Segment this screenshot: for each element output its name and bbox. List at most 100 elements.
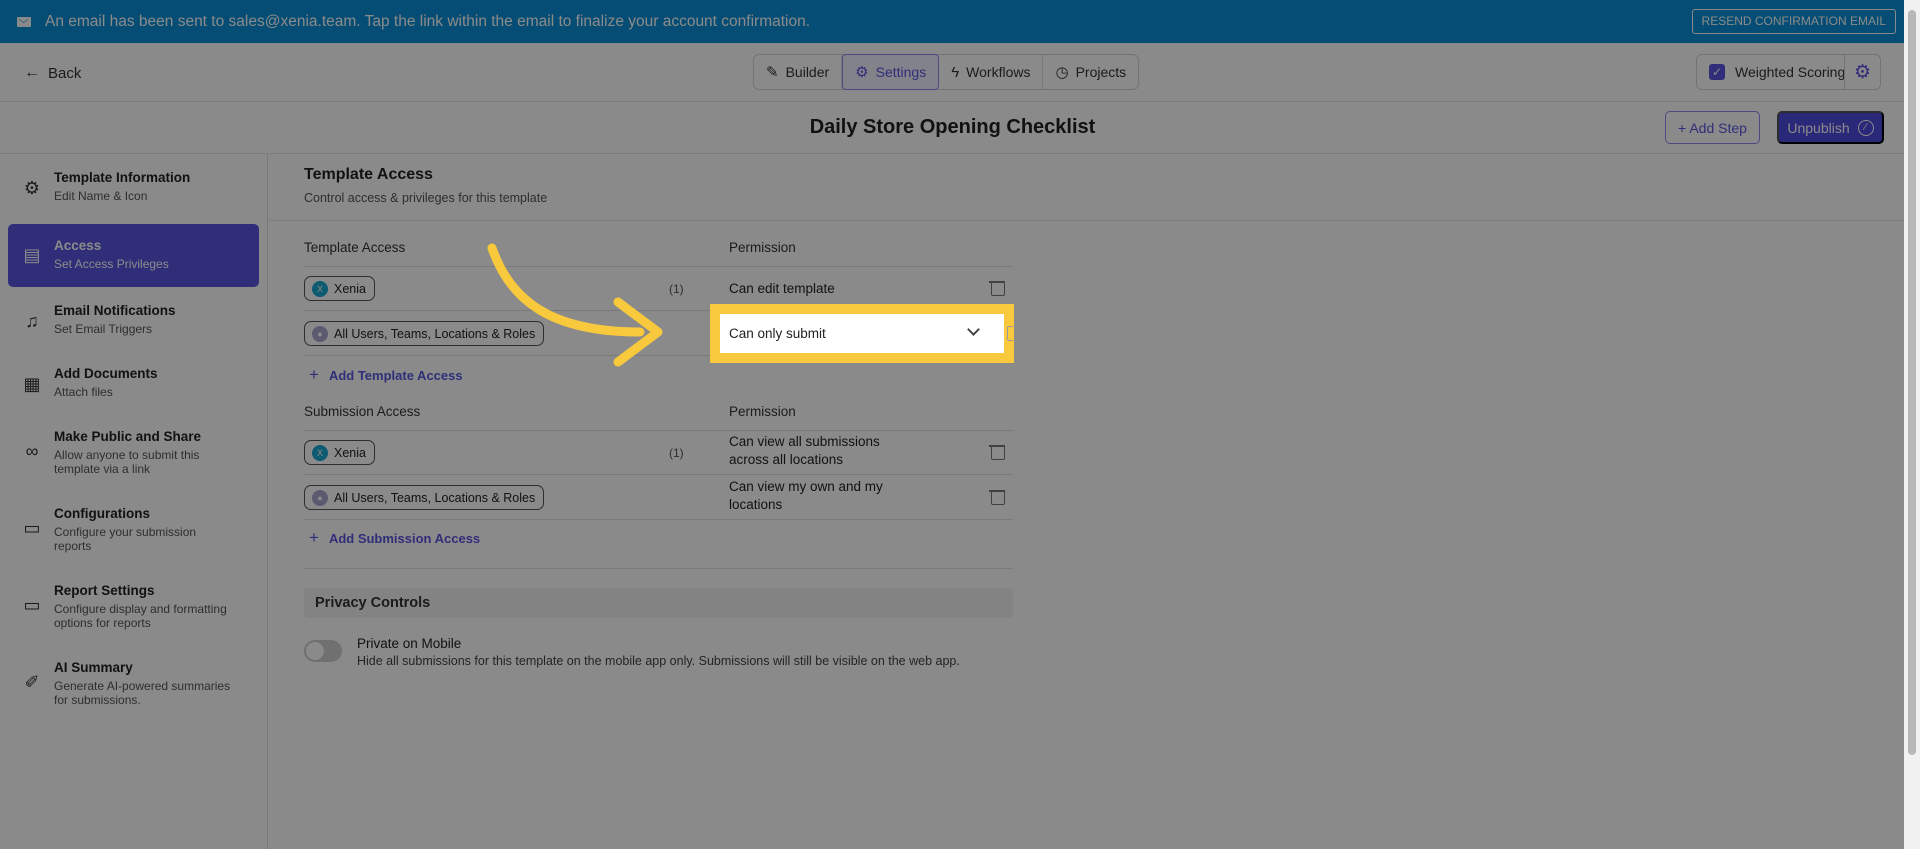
pencil-icon: ✎ bbox=[766, 64, 779, 81]
avatar: X bbox=[312, 444, 328, 461]
sidebar-item-subtitle: Edit Name & Icon bbox=[54, 189, 148, 203]
banner-message: An email has been sent to sales@xenia.te… bbox=[45, 12, 811, 30]
permission-column-header: Permission bbox=[729, 404, 796, 419]
plus-icon: + bbox=[309, 528, 319, 547]
avatar: X bbox=[312, 280, 328, 297]
settings-sidebar: ⚙ Template Information Edit Name & Icon … bbox=[0, 154, 268, 849]
assignee-chip[interactable]: ● All Users, Teams, Locations & Roles bbox=[304, 485, 545, 510]
sidebar-item-make-public[interactable]: ∞ Make Public and Share Allow anyone to … bbox=[8, 427, 259, 477]
privacy-controls-header: Privacy Controls bbox=[304, 588, 1013, 618]
private-on-mobile-toggle[interactable] bbox=[304, 640, 342, 662]
weighted-scoring-checkbox[interactable]: ✓ bbox=[1709, 64, 1725, 80]
chip-label: Xenia bbox=[334, 445, 366, 460]
report-icon: ▭ bbox=[23, 595, 41, 615]
presentation-icon: ▭ bbox=[23, 518, 41, 538]
top-bar: ← Back ✎ Builder ⚙ Settings ϟ Workflows … bbox=[0, 43, 1920, 102]
scrollbar-thumb[interactable] bbox=[1908, 10, 1916, 755]
sidebar-item-subtitle: Generate AI-powered summaries for submis… bbox=[54, 679, 231, 707]
permission-line: Can view all submissions bbox=[729, 434, 880, 449]
document-lock-icon: ▤ bbox=[23, 245, 41, 265]
assignee-chip[interactable]: X Xenia bbox=[304, 276, 375, 301]
sidebar-item-subtitle: Set Access Privileges bbox=[54, 257, 169, 271]
link-icon: ∞ bbox=[25, 441, 39, 461]
sidebar-item-template-information[interactable]: ⚙ Template Information Edit Name & Icon bbox=[8, 168, 259, 208]
sidebar-item-subtitle: Allow anyone to submit this template via… bbox=[54, 448, 200, 476]
tab-label: Builder bbox=[785, 64, 830, 80]
mail-icon bbox=[17, 16, 31, 27]
permission-select-value: Can only submit bbox=[729, 326, 826, 341]
sidebar-item-email-notifications[interactable]: ♫ Email Notifications Set Email Triggers bbox=[8, 301, 259, 341]
add-step-button[interactable]: + Add Step bbox=[1665, 111, 1760, 144]
unpublish-icon: ⁄ bbox=[1857, 119, 1874, 136]
sidebar-item-subtitle: Configure display and formatting options… bbox=[54, 602, 227, 630]
sidebar-item-ai-summary[interactable]: ✐ AI Summary Generate AI-powered summari… bbox=[8, 658, 259, 708]
clock-icon: ◷ bbox=[1055, 64, 1069, 81]
unpublish-button[interactable]: Unpublish ⁄ bbox=[1777, 111, 1884, 144]
sidebar-item-access[interactable]: ▤ Access Set Access Privileges bbox=[8, 224, 259, 287]
permission-line: across all locations bbox=[729, 452, 844, 467]
arrow-left-icon: ← bbox=[24, 64, 40, 81]
tab-group: ✎ Builder ⚙ Settings ϟ Workflows ◷ Proje… bbox=[753, 54, 1140, 90]
trash-icon[interactable] bbox=[989, 489, 1005, 505]
tab-workflows[interactable]: ϟ Workflows bbox=[939, 55, 1044, 89]
trash-icon[interactable] bbox=[989, 280, 1005, 296]
bell-icon: ♫ bbox=[25, 311, 39, 331]
tab-label: Workflows bbox=[966, 64, 1031, 80]
confirmation-banner: An email has been sent to sales@xenia.te… bbox=[0, 0, 1920, 43]
sidebar-item-report-settings[interactable]: ▭ Report Settings Configure display and … bbox=[8, 581, 259, 631]
sidebar-item-add-documents[interactable]: ▦ Add Documents Attach files bbox=[8, 364, 259, 404]
add-submission-access-label: Add Submission Access bbox=[328, 530, 481, 546]
sidebar-item-title: Configurations bbox=[54, 506, 150, 521]
private-on-mobile-description: Hide all submissions for this template o… bbox=[357, 654, 960, 668]
page-scrollbar[interactable] bbox=[1904, 0, 1920, 849]
tab-builder[interactable]: ✎ Builder bbox=[754, 55, 843, 89]
permission-column-header: Permission bbox=[729, 240, 796, 255]
gear-icon: ⚙ bbox=[855, 64, 869, 81]
weighted-scoring-label: Weighted Scoring bbox=[1735, 64, 1846, 80]
member-count: (1) bbox=[669, 282, 684, 296]
divider bbox=[269, 220, 1920, 221]
weighted-scoring-settings-button[interactable]: ⚙ bbox=[1844, 55, 1880, 89]
sidebar-item-title: Add Documents bbox=[54, 366, 158, 381]
permission-select[interactable]: Can only submit bbox=[720, 314, 1004, 353]
plus-icon: + bbox=[309, 365, 319, 384]
gear-icon: ⚙ bbox=[1853, 61, 1872, 83]
chip-label: All Users, Teams, Locations & Roles bbox=[334, 326, 536, 341]
sidebar-item-title: Template Information bbox=[54, 170, 191, 185]
chip-label: Xenia bbox=[334, 281, 366, 296]
permission-value: Can view my own and my locations bbox=[729, 478, 883, 514]
group-icon: ● bbox=[312, 489, 328, 506]
title-bar: Daily Store Opening Checklist + Add Step… bbox=[0, 102, 1920, 154]
bolt-icon: ϟ bbox=[951, 63, 960, 81]
permission-line: locations bbox=[729, 497, 783, 512]
documents-icon: ▦ bbox=[23, 374, 41, 394]
template-access-column-header: Template Access bbox=[304, 240, 406, 255]
tab-projects[interactable]: ◷ Projects bbox=[1043, 55, 1138, 89]
private-on-mobile-title: Private on Mobile bbox=[357, 636, 462, 651]
sidebar-item-title: Email Notifications bbox=[54, 303, 176, 318]
back-button[interactable]: ← Back bbox=[24, 64, 81, 82]
sidebar-item-title: Report Settings bbox=[54, 583, 155, 598]
trash-icon[interactable] bbox=[1007, 326, 1013, 341]
group-icon: ● bbox=[312, 325, 328, 342]
tab-label: Projects bbox=[1075, 64, 1127, 80]
highlighted-permission-area: Can only submit bbox=[710, 304, 1014, 363]
sidebar-item-title: Access bbox=[54, 238, 102, 253]
submission-access-column-header: Submission Access bbox=[304, 404, 421, 419]
assignee-chip[interactable]: ● All Users, Teams, Locations & Roles bbox=[304, 321, 545, 346]
sidebar-item-title: AI Summary bbox=[54, 660, 133, 675]
add-template-access-button[interactable]: + Add Template Access bbox=[309, 365, 463, 385]
chip-label: All Users, Teams, Locations & Roles bbox=[334, 490, 536, 505]
member-count: (1) bbox=[669, 446, 684, 460]
add-submission-access-button[interactable]: + Add Submission Access bbox=[309, 528, 480, 548]
assignee-chip[interactable]: X Xenia bbox=[304, 440, 375, 465]
resend-confirmation-button[interactable]: RESEND CONFIRMATION EMAIL bbox=[1691, 9, 1896, 34]
table-row: X Xenia (1) Can view all submissions acr… bbox=[304, 430, 1013, 475]
page-title: Daily Store Opening Checklist bbox=[809, 116, 1096, 138]
trash-icon[interactable] bbox=[989, 444, 1005, 460]
tab-settings[interactable]: ⚙ Settings bbox=[842, 54, 940, 90]
sidebar-item-configurations[interactable]: ▭ Configurations Configure your submissi… bbox=[8, 504, 259, 554]
sidebar-item-title: Make Public and Share bbox=[54, 429, 202, 444]
back-label: Back bbox=[48, 64, 82, 82]
permission-value: Can edit template bbox=[729, 281, 835, 296]
